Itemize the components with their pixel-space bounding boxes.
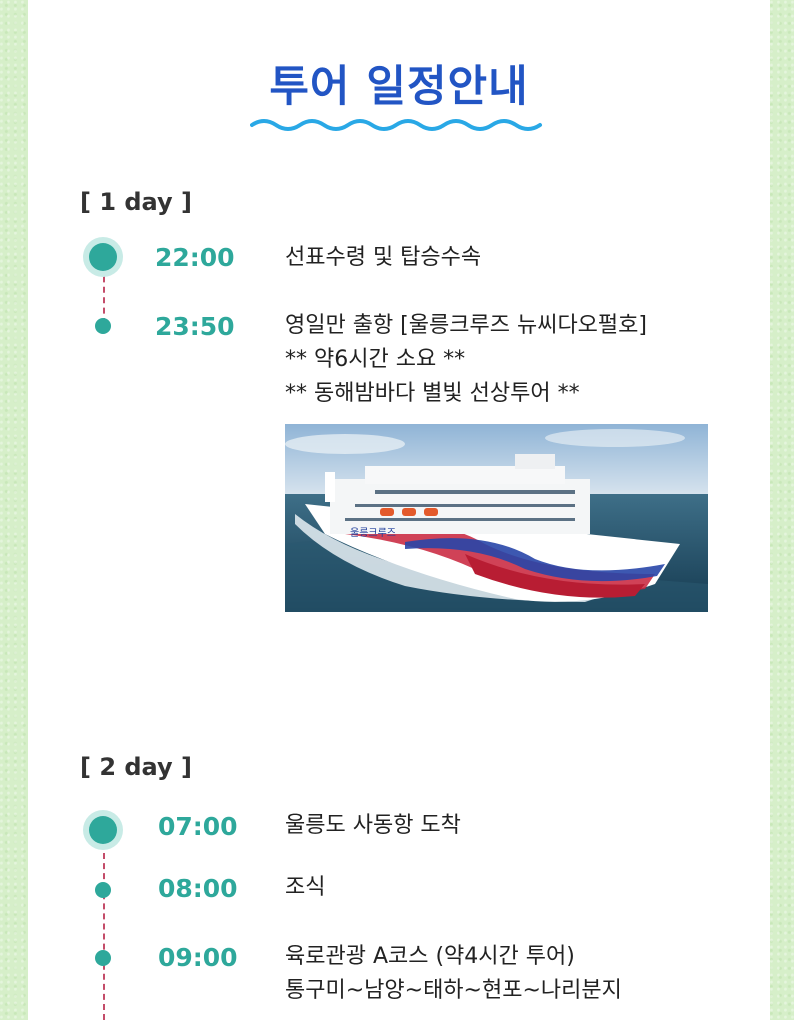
content-panel: 투어 일정안내 [ 1 day ] 22:00 선표수령 및 탑승수속 23:5… bbox=[28, 0, 770, 1020]
description-line: 선표수령 및 탑승수속 bbox=[285, 245, 482, 270]
timeline-dot bbox=[95, 318, 111, 334]
timeline-dot bbox=[95, 882, 111, 898]
time-label: 22:00 bbox=[155, 243, 235, 272]
cruise-ship-photo: 울릉크루즈 bbox=[285, 424, 708, 612]
timeline-dot bbox=[95, 950, 111, 966]
time-label: 07:00 bbox=[158, 812, 238, 841]
schedule-description: 육로관광 A코스 (약4시간 투어) 통구미~남양~태하~현포~나리분지 bbox=[285, 940, 622, 1008]
wave-underline bbox=[250, 119, 542, 131]
timeline-dot bbox=[89, 816, 117, 844]
day-2-label: [ 2 day ] bbox=[80, 753, 192, 781]
description-line: 조식 bbox=[285, 875, 326, 900]
day-1-label: [ 1 day ] bbox=[80, 188, 192, 216]
description-line: ** 동해밤바다 별빛 선상투어 ** bbox=[285, 381, 580, 406]
time-label: 09:00 bbox=[158, 943, 238, 972]
description-line: 통구미~남양~태하~현포~나리분지 bbox=[285, 978, 622, 1003]
description-line: ** 약6시간 소요 ** bbox=[285, 347, 466, 372]
time-label: 08:00 bbox=[158, 874, 238, 903]
schedule-description: 조식 bbox=[285, 871, 325, 905]
timeline-dot bbox=[89, 243, 117, 271]
description-line: 영일만 출항 [울릉크루즈 뉴씨다오펄호] bbox=[285, 313, 647, 338]
schedule-description: 울릉도 사동항 도착 bbox=[285, 809, 461, 843]
timeline-line-day-1 bbox=[103, 266, 105, 324]
timeline-line-day-2 bbox=[103, 843, 105, 1020]
schedule-description: 영일만 출항 [울릉크루즈 뉴씨다오펄호] ** 약6시간 소요 ** ** 동… bbox=[285, 309, 647, 411]
time-label: 23:50 bbox=[155, 312, 235, 341]
ship-hull-text: 울릉크루즈 bbox=[350, 527, 396, 539]
description-line: 울릉도 사동항 도착 bbox=[285, 813, 461, 838]
page-title: 투어 일정안내 bbox=[269, 62, 529, 112]
schedule-description: 선표수령 및 탑승수속 bbox=[285, 241, 481, 275]
description-line: 육로관광 A코스 (약4시간 투어) bbox=[285, 944, 575, 969]
